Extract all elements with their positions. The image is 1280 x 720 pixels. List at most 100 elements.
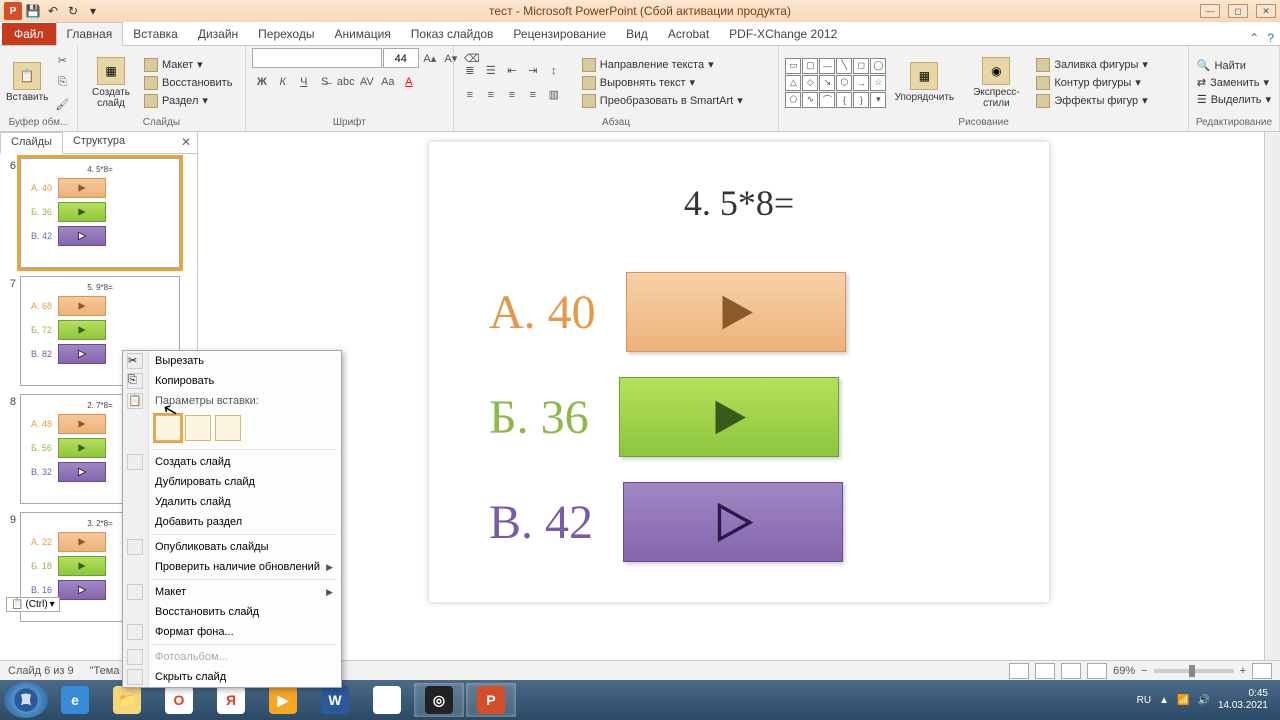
ctx-delete[interactable]: Удалить слайд [123, 492, 341, 512]
tab-acrobat[interactable]: Acrobat [658, 23, 719, 45]
find-button[interactable]: 🔍 Найти [1195, 58, 1273, 73]
taskbar-obs[interactable]: ◎ [414, 683, 464, 717]
fit-window-icon[interactable] [1252, 663, 1272, 679]
shapes-gallery[interactable]: ▭▢—╲◻◯ △◇↘⬡→☆ ⬠∿⌒{}▾ [785, 58, 886, 108]
align-left-icon[interactable]: ≡ [460, 85, 480, 105]
reset-button[interactable]: Восстановить [142, 75, 234, 91]
ctx-reset[interactable]: Восстановить слайд [123, 602, 341, 622]
line-spacing-icon[interactable]: ↕ [544, 61, 564, 81]
tray-sound-icon[interactable]: 🔊 [1197, 695, 1209, 706]
tray-flag-icon[interactable]: ▲ [1159, 695, 1169, 706]
zoom-slider[interactable] [1154, 669, 1234, 673]
tab-insert[interactable]: Вставка [123, 23, 188, 45]
tab-home[interactable]: Главная [56, 22, 124, 46]
shape-outline-button[interactable]: Контур фигуры ▾ [1034, 75, 1150, 91]
vertical-scrollbar[interactable] [1264, 132, 1280, 660]
taskbar-explorer[interactable]: 📁 [102, 683, 152, 717]
quick-styles-button[interactable]: ◉ Экспресс-стили [962, 50, 1030, 116]
numbering-icon[interactable]: ☰ [481, 61, 501, 81]
replace-button[interactable]: ⇄ Заменить ▾ [1195, 75, 1273, 90]
zoom-level[interactable]: 69% [1113, 665, 1135, 677]
justify-icon[interactable]: ≡ [523, 85, 543, 105]
grow-font-icon[interactable]: A▴ [420, 48, 440, 68]
bullets-icon[interactable]: ≣ [460, 61, 480, 81]
shape-fill-button[interactable]: Заливка фигуры ▾ [1034, 57, 1150, 73]
italic-icon[interactable]: К [273, 72, 293, 92]
section-button[interactable]: Раздел ▾ [142, 93, 234, 109]
help-icon[interactable]: ? [1267, 31, 1274, 45]
tab-design[interactable]: Дизайн [188, 23, 248, 45]
tab-animations[interactable]: Анимация [324, 23, 400, 45]
paste-option-picture[interactable] [215, 415, 241, 441]
align-right-icon[interactable]: ≡ [502, 85, 522, 105]
shadow-icon[interactable]: abc [336, 72, 356, 92]
view-sorter-icon[interactable] [1035, 663, 1055, 679]
view-reading-icon[interactable] [1061, 663, 1081, 679]
new-slide-button[interactable]: ▦ Создать слайд [84, 50, 138, 116]
taskbar-media[interactable]: ▶ [258, 683, 308, 717]
case-icon[interactable]: Aa [378, 72, 398, 92]
copy-icon[interactable]: ⎘ [52, 73, 72, 93]
tab-view[interactable]: Вид [616, 23, 658, 45]
answer-c-play[interactable] [623, 482, 843, 562]
indent-inc-icon[interactable]: ⇥ [523, 61, 543, 81]
close-button[interactable]: ✕ [1256, 4, 1276, 18]
minimize-ribbon-icon[interactable]: ⌃ [1249, 31, 1259, 45]
ctx-copy[interactable]: ⎘Копировать [123, 371, 341, 391]
font-color-icon[interactable]: A [399, 72, 419, 92]
app-icon[interactable]: P [4, 2, 22, 20]
columns-icon[interactable]: ▥ [544, 85, 564, 105]
answer-a-play[interactable] [626, 272, 846, 352]
paste-button[interactable]: 📋 Вставить [6, 50, 48, 116]
tab-transitions[interactable]: Переходы [248, 23, 324, 45]
tray-clock[interactable]: 0:4514.03.2021 [1218, 688, 1268, 712]
format-painter-icon[interactable]: 🖌 [52, 95, 72, 115]
slide-canvas[interactable]: 4. 5*8= А. 40 Б. 36 В. 42 [429, 142, 1049, 602]
bold-icon[interactable]: Ж [252, 72, 272, 92]
ctx-duplicate[interactable]: Дублировать слайд [123, 472, 341, 492]
tab-slideshow[interactable]: Показ слайдов [401, 23, 504, 45]
taskbar-word[interactable]: W [310, 683, 360, 717]
tab-file[interactable]: Файл [2, 23, 56, 45]
view-slideshow-icon[interactable] [1087, 663, 1107, 679]
align-text-button[interactable]: Выровнять текст ▾ [580, 75, 745, 91]
view-normal-icon[interactable] [1009, 663, 1029, 679]
spacing-icon[interactable]: AV [357, 72, 377, 92]
tray-network-icon[interactable]: 📶 [1177, 695, 1189, 706]
tab-pdf[interactable]: PDF-XChange 2012 [719, 23, 847, 45]
align-center-icon[interactable]: ≡ [481, 85, 501, 105]
text-direction-button[interactable]: Направление текста ▾ [580, 57, 745, 73]
tray-lang[interactable]: RU [1137, 695, 1151, 706]
tab-outline[interactable]: Структура [63, 132, 135, 153]
underline-icon[interactable]: Ч [294, 72, 314, 92]
zoom-in-icon[interactable]: + [1240, 665, 1246, 677]
redo-icon[interactable]: ↻ [64, 2, 82, 20]
ctx-new-slide[interactable]: Создать слайд [123, 452, 341, 472]
paste-options-badge[interactable]: 📋(Ctrl)▾ [6, 597, 60, 612]
ctx-publish[interactable]: Опубликовать слайды [123, 537, 341, 557]
paste-option-dest-theme[interactable] [155, 415, 181, 441]
paste-option-keep-source[interactable] [185, 415, 211, 441]
smartart-button[interactable]: Преобразовать в SmartArt ▾ [580, 93, 745, 109]
taskbar-ie[interactable]: e [50, 683, 100, 717]
qat-more-icon[interactable]: ▾ [84, 2, 102, 20]
ctx-section[interactable]: Добавить раздел [123, 512, 341, 532]
font-size-input[interactable]: 44 [383, 48, 419, 68]
minimize-button[interactable]: — [1200, 4, 1220, 18]
undo-icon[interactable]: ↶ [44, 2, 62, 20]
shape-effects-button[interactable]: Эффекты фигур ▾ [1034, 93, 1150, 109]
ctx-background[interactable]: Формат фона... [123, 622, 341, 642]
ctx-cut[interactable]: ✂Вырезать [123, 351, 341, 371]
strike-icon[interactable]: S̶ [315, 72, 335, 92]
select-button[interactable]: ☰ Выделить ▾ [1195, 92, 1273, 107]
arrange-button[interactable]: ▦ Упорядочить [890, 50, 958, 116]
ctx-layout[interactable]: Макет▶ [123, 582, 341, 602]
layout-button[interactable]: Макет ▾ [142, 57, 234, 73]
taskbar-chrome[interactable]: ◉ [362, 683, 412, 717]
taskbar-yandex[interactable]: Я [206, 683, 256, 717]
tab-review[interactable]: Рецензирование [503, 23, 616, 45]
slide-thumbnail[interactable]: 4. 5*8= А. 40Б. 36В. 42 [20, 158, 180, 268]
ctx-hide[interactable]: Скрыть слайд [123, 667, 341, 687]
panel-close-icon[interactable]: ✕ [175, 132, 197, 153]
zoom-out-icon[interactable]: − [1141, 665, 1147, 677]
